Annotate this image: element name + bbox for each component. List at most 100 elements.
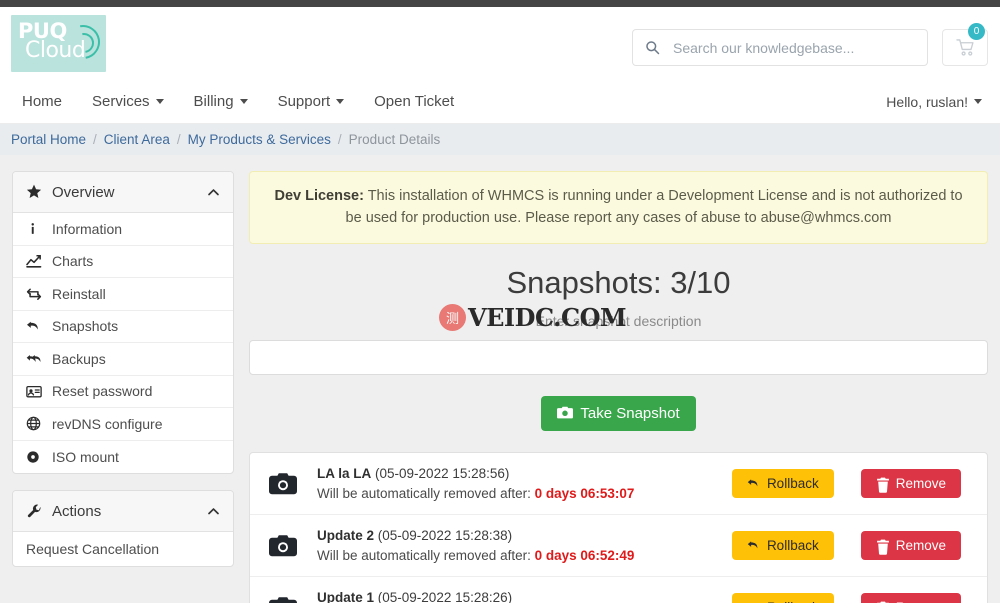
remove-label: Remove bbox=[895, 476, 946, 491]
nav-item-label: Billing bbox=[193, 93, 234, 110]
snapshot-date: (05-09-2022 15:28:38) bbox=[377, 528, 513, 544]
search-input[interactable] bbox=[660, 38, 927, 57]
actions-panel-header[interactable]: Actions bbox=[13, 491, 233, 532]
trash-icon bbox=[876, 539, 890, 555]
breadcrumb-separator: / bbox=[93, 132, 97, 147]
sidebar-item-iso-mount[interactable]: ISO mount bbox=[13, 441, 233, 474]
snapshot-row: LA la LA (05-09-2022 15:28:56) Will be a… bbox=[250, 453, 987, 516]
snapshot-info: Update 1 (05-09-2022 15:28:26) Will be a… bbox=[317, 588, 732, 603]
sidebar-item-snapshots[interactable]: Snapshots bbox=[13, 311, 233, 343]
rollback-label: Rollback bbox=[766, 476, 819, 491]
trash-icon bbox=[876, 477, 890, 493]
nav-item-label: Support bbox=[277, 93, 331, 110]
globe-icon bbox=[26, 416, 43, 431]
sidebar-item-label: Reset password bbox=[52, 383, 153, 400]
snapshot-list: LA la LA (05-09-2022 15:28:56) Will be a… bbox=[249, 451, 988, 603]
sidebar-item-backups[interactable]: Backups bbox=[13, 343, 233, 376]
nav-item-label: Services bbox=[92, 93, 150, 110]
nav-item-open-ticket[interactable]: Open Ticket bbox=[374, 93, 454, 110]
undo-icon bbox=[747, 539, 761, 553]
take-snapshot-label: Take Snapshot bbox=[580, 404, 680, 422]
overview-panel-header[interactable]: Overview bbox=[13, 172, 233, 213]
sidebar-item-revdns-configure[interactable]: revDNS configure bbox=[13, 408, 233, 441]
logo-text-secondary: Cloud bbox=[25, 38, 86, 63]
remove-button[interactable]: Remove bbox=[860, 469, 961, 498]
breadcrumb-separator: / bbox=[176, 132, 181, 147]
chevron-up-icon bbox=[207, 505, 220, 518]
camera-icon bbox=[269, 472, 297, 496]
remove-button[interactable]: Remove bbox=[860, 593, 961, 603]
cart-count-badge: 0 bbox=[968, 23, 985, 40]
snapshot-title-row: Update 2 (05-09-2022 15:28:38) bbox=[317, 526, 732, 546]
snapshot-name: Update 2 bbox=[317, 528, 375, 544]
rollback-button[interactable]: Rollback bbox=[731, 469, 834, 498]
take-snapshot-button[interactable]: Take Snapshot bbox=[541, 395, 696, 431]
snapshot-info: Update 2 (05-09-2022 15:28:38) Will be a… bbox=[317, 526, 732, 565]
cart-button[interactable]: 0 bbox=[942, 23, 988, 66]
snapshot-title-row: LA la LA (05-09-2022 15:28:56) bbox=[317, 464, 732, 484]
main-navigation: Home Services Billing Support Open Ticke… bbox=[0, 80, 1000, 124]
breadcrumb-item-portal-home[interactable]: Portal Home bbox=[11, 132, 86, 147]
camera-icon bbox=[557, 406, 574, 420]
nav-item-label: Home bbox=[22, 93, 63, 110]
nav-item-services[interactable]: Services bbox=[92, 93, 164, 110]
undo-icon bbox=[26, 319, 43, 334]
breadcrumb-item-product-details: Product Details bbox=[348, 132, 441, 147]
remove-button[interactable]: Remove bbox=[860, 531, 961, 561]
alert-text: This installation of WHMCS is running un… bbox=[345, 188, 963, 227]
sidebar-item-label: Reinstall bbox=[52, 285, 106, 302]
sidebar-item-label: Information bbox=[52, 220, 123, 237]
shopping-cart-icon bbox=[955, 38, 975, 57]
snapshot-expiry-row: Will be automatically removed after: 0 d… bbox=[317, 546, 732, 566]
chevron-down-icon bbox=[155, 99, 164, 104]
snapshot-row: Update 2 (05-09-2022 15:28:38) Will be a… bbox=[250, 515, 987, 578]
snapshot-row: Update 1 (05-09-2022 15:28:26) Will be a… bbox=[250, 577, 987, 603]
sidebar: Overview Information Charts Reinstall Sn… bbox=[12, 171, 234, 583]
top-accent-bar bbox=[0, 0, 1000, 7]
nav-item-home[interactable]: Home bbox=[22, 93, 62, 110]
actions-panel: Actions Request Cancellation bbox=[12, 490, 234, 567]
star-icon bbox=[26, 184, 42, 200]
remove-label: Remove bbox=[895, 538, 946, 554]
rollback-label: Rollback bbox=[766, 538, 819, 554]
sidebar-item-information[interactable]: Information bbox=[13, 213, 233, 246]
site-header: PUQ Cloud 0 bbox=[0, 7, 1000, 80]
snapshot-info: LA la LA (05-09-2022 15:28:56) Will be a… bbox=[317, 464, 732, 503]
sidebar-item-label: Charts bbox=[52, 253, 94, 270]
site-logo[interactable]: PUQ Cloud bbox=[11, 15, 106, 72]
sidebar-item-label: revDNS configure bbox=[52, 415, 163, 432]
chevron-down-icon bbox=[239, 99, 248, 104]
nav-item-support[interactable]: Support bbox=[278, 93, 345, 110]
search-box[interactable] bbox=[632, 29, 928, 66]
main-content: Dev License: This installation of WHMCS … bbox=[249, 171, 988, 603]
page-body: Overview Information Charts Reinstall Sn… bbox=[0, 155, 1000, 603]
sidebar-item-request-cancellation[interactable]: Request Cancellation bbox=[13, 532, 233, 566]
rollback-button[interactable]: Rollback bbox=[731, 531, 834, 561]
sidebar-item-label: Snapshots bbox=[52, 318, 119, 335]
camera-icon bbox=[269, 596, 297, 603]
snapshot-name: Update 1 bbox=[317, 590, 375, 603]
chevron-down-icon bbox=[336, 99, 345, 104]
snapshot-name: LA la LA bbox=[317, 465, 372, 481]
sidebar-item-reset-password[interactable]: Reset password bbox=[13, 376, 233, 408]
undo-icon bbox=[747, 477, 761, 491]
snapshot-expiry-prefix: Will be automatically removed after: bbox=[317, 547, 535, 563]
breadcrumb-item-client-area[interactable]: Client Area bbox=[104, 132, 170, 147]
account-menu-label: Hello, ruslan! bbox=[886, 93, 968, 110]
snapshot-expiry-prefix: Will be automatically removed after: bbox=[317, 485, 535, 501]
camera-icon bbox=[269, 534, 297, 558]
sidebar-item-label: Backups bbox=[52, 350, 106, 367]
rollback-button[interactable]: Rollback bbox=[731, 593, 834, 603]
overview-panel: Overview Information Charts Reinstall Sn… bbox=[12, 171, 234, 474]
account-menu[interactable]: Hello, ruslan! bbox=[886, 94, 982, 110]
snapshot-expiry-row: Will be automatically removed after: 0 d… bbox=[317, 484, 732, 504]
alert-strong-label: Dev License: bbox=[274, 188, 364, 204]
snapshot-expiry-timer: 0 days 06:53:07 bbox=[534, 485, 635, 501]
sidebar-item-charts[interactable]: Charts bbox=[13, 246, 233, 278]
info-icon bbox=[26, 221, 43, 236]
id-card-icon bbox=[26, 384, 43, 399]
snapshot-description-input[interactable] bbox=[249, 339, 988, 375]
breadcrumb-item-my-products-services[interactable]: My Products & Services bbox=[188, 132, 331, 147]
nav-item-billing[interactable]: Billing bbox=[194, 93, 248, 110]
sidebar-item-reinstall[interactable]: Reinstall bbox=[13, 278, 233, 311]
